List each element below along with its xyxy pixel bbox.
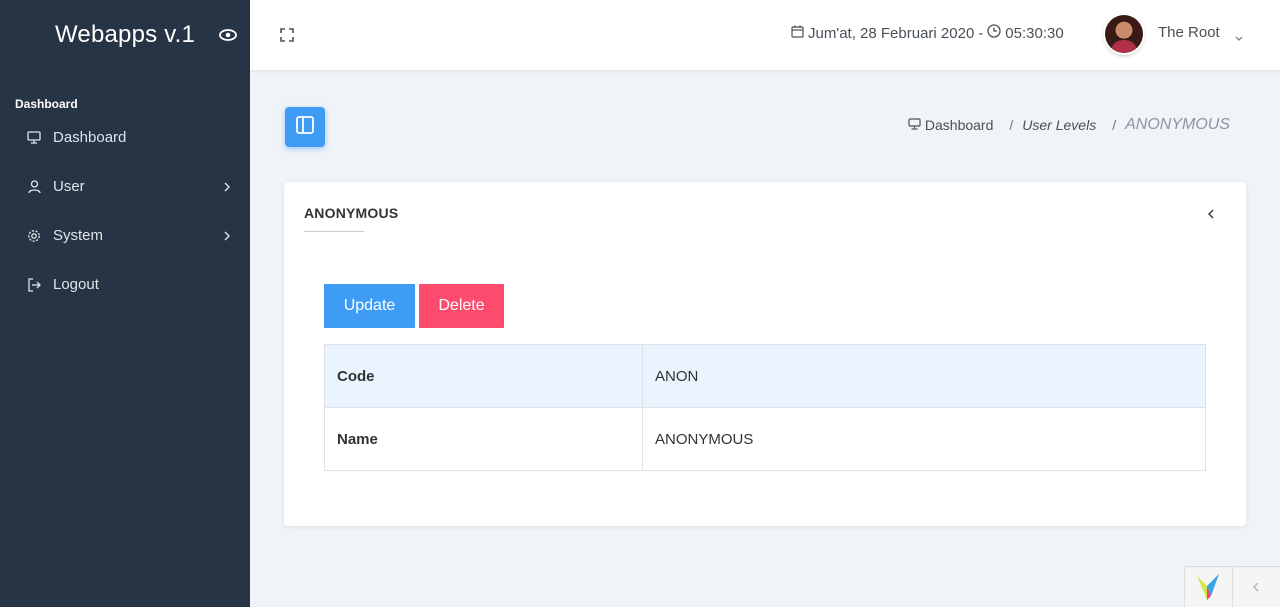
sidebar-toggle-button[interactable] (285, 107, 325, 147)
breadcrumb-label: Dashboard (924, 117, 994, 133)
card-title-underline (304, 231, 364, 232)
row-label: Code (324, 344, 643, 408)
debug-toolbar (1184, 566, 1280, 607)
sidebar: Webapps v.1 Dashboard Dashboard User Sys… (0, 0, 250, 607)
date-text: Jum'at, 28 Februari 2020 (808, 24, 975, 42)
breadcrumb: Dashboard / User Levels / ANONYMOUS (908, 116, 1230, 134)
avatar[interactable] (1105, 15, 1143, 53)
chevron-left-icon[interactable] (1206, 207, 1218, 219)
card-title: ANONYMOUS (304, 205, 399, 221)
sidebar-item-label: Logout (53, 276, 99, 293)
table-row: Code ANON (324, 344, 1206, 408)
chevron-right-icon (222, 182, 232, 192)
sidebar-item-user[interactable]: User (0, 162, 250, 211)
brand: Webapps v.1 (0, 0, 250, 70)
detail-card: ANONYMOUS Update Delete Code ANON Name A… (284, 182, 1246, 526)
sidebar-item-label: Dashboard (53, 129, 127, 146)
chevron-down-icon[interactable] (1234, 30, 1244, 41)
date-time-display: Jum'at, 28 Februari 2020 - 05:30:30 (791, 24, 1064, 42)
top-bar: Jum'at, 28 Februari 2020 - 05:30:30 The … (250, 0, 1280, 70)
chevron-left-icon[interactable] (1233, 567, 1280, 607)
gear-icon (26, 228, 42, 244)
monitor-icon (26, 130, 42, 146)
row-value: ANONYMOUS (642, 407, 1206, 471)
breadcrumb-item-dashboard[interactable]: Dashboard (908, 117, 994, 133)
update-button[interactable]: Update (324, 284, 415, 328)
table-row: Name ANONYMOUS (324, 407, 1206, 471)
detail-table: Code ANON Name ANONYMOUS (324, 344, 1206, 471)
breadcrumb-item-current: ANONYMOUS (1125, 116, 1230, 133)
calendar-icon (791, 25, 804, 42)
chevron-right-icon (222, 231, 232, 241)
delete-button[interactable]: Delete (419, 284, 504, 328)
sidebar-layout-icon (295, 115, 315, 140)
monitor-icon (908, 117, 921, 133)
breadcrumb-separator: / (1009, 117, 1014, 133)
sidebar-item-logout[interactable]: Logout (0, 260, 250, 309)
row-value: ANON (642, 344, 1206, 408)
time-text: 05:30:30 (1005, 24, 1064, 42)
sidebar-item-dashboard[interactable]: Dashboard (0, 113, 250, 162)
sidebar-item-label: User (53, 178, 85, 195)
logout-icon (26, 277, 42, 293)
fullscreen-icon[interactable] (278, 26, 296, 44)
sidebar-item-label: System (53, 227, 104, 244)
user-icon (26, 179, 42, 195)
sidebar-section-header: Dashboard (15, 97, 78, 111)
row-label: Name (324, 407, 643, 471)
username[interactable]: The Root (1158, 24, 1220, 41)
breadcrumb-item-user-levels[interactable]: User Levels (1022, 117, 1096, 133)
framework-logo-icon[interactable] (1185, 567, 1233, 607)
eye-icon[interactable] (218, 25, 238, 45)
breadcrumb-separator: / (1112, 117, 1117, 133)
clock-icon (987, 24, 1001, 42)
date-time-separator: - (978, 24, 984, 42)
sidebar-item-system[interactable]: System (0, 211, 250, 260)
app-title[interactable]: Webapps v.1 (55, 21, 195, 49)
